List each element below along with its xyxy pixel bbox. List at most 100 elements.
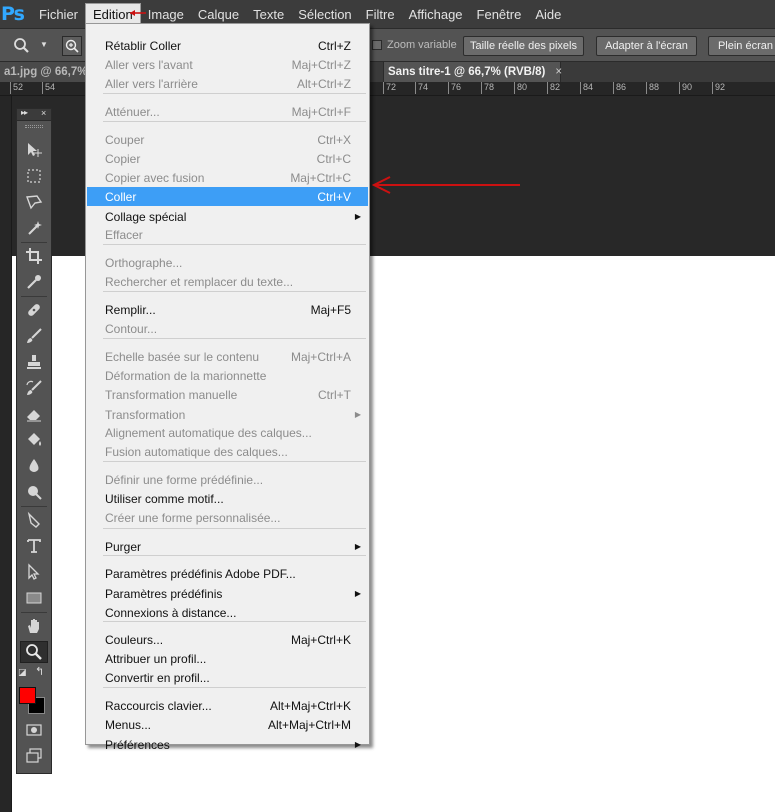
magic-wand-tool-icon[interactable] xyxy=(20,217,48,239)
menu-item-definir-forme-predefinie[interactable]: Définir une forme prédéfinie... xyxy=(87,470,368,489)
zoom-variable-label: Zoom variable xyxy=(387,39,457,51)
menu-item-effacer[interactable]: Effacer xyxy=(87,225,368,244)
menu-calque[interactable]: Calque xyxy=(191,3,246,25)
menu-item-couleurs[interactable]: Couleurs... Maj+Ctrl+K xyxy=(87,630,368,649)
menu-item-label: Rétablir Coller xyxy=(105,38,182,53)
zoom-tool-icon[interactable] xyxy=(20,641,48,663)
close-icon[interactable]: × xyxy=(555,66,562,78)
menu-item-copier[interactable]: Copier Ctrl+C xyxy=(87,149,368,168)
submenu-arrow-icon: ▶ xyxy=(354,410,361,419)
menu-item-parametres-pdf[interactable]: Paramètres prédéfinis Adobe PDF... xyxy=(87,564,368,583)
menu-item-remplir[interactable]: Remplir... Maj+F5 xyxy=(87,300,368,319)
menu-item-menus[interactable]: Menus... Alt+Maj+Ctrl+M xyxy=(87,715,368,734)
history-brush-tool-icon[interactable] xyxy=(20,377,48,399)
menu-image[interactable]: Image xyxy=(141,3,191,25)
menu-item-convertir-profil[interactable]: Convertir en profil... xyxy=(87,668,368,687)
clone-stamp-tool-icon[interactable] xyxy=(20,351,48,373)
menu-item-alignement-auto-calques[interactable]: Alignement automatique des calques... xyxy=(87,423,368,442)
zoom-variable-option[interactable]: Zoom variable xyxy=(372,39,457,51)
zoom-in-button[interactable] xyxy=(62,36,82,56)
menu-item-label: Utiliser comme motif... xyxy=(105,491,224,506)
marquee-tool-icon[interactable] xyxy=(20,165,48,187)
menu-item-purger[interactable]: Purger ▶ xyxy=(87,537,368,556)
menu-item-label: Aller vers l'avant xyxy=(105,57,193,72)
full-screen-button[interactable]: Plein écran xyxy=(708,36,775,56)
quick-mask-icon[interactable] xyxy=(20,719,48,741)
menu-item-label: Menus... xyxy=(105,717,152,732)
menu-item-shortcut: Alt+Maj+Ctrl+K xyxy=(269,698,351,713)
lasso-tool-icon[interactable] xyxy=(20,191,48,213)
menu-item-utiliser-comme-motif[interactable]: Utiliser comme motif... xyxy=(87,489,368,508)
menu-item-orthographe[interactable]: Orthographe... xyxy=(87,253,368,272)
menu-affichage[interactable]: Affichage xyxy=(402,3,470,25)
menu-item-shortcut: Ctrl+X xyxy=(317,132,351,147)
healing-brush-tool-icon[interactable] xyxy=(20,299,48,321)
dodge-tool-icon[interactable] xyxy=(20,481,48,503)
hand-tool-icon[interactable] xyxy=(20,615,48,637)
menu-item-creer-forme-personnalisee[interactable]: Créer une forme personnalisée... xyxy=(87,508,368,527)
menu-fichier[interactable]: Fichier xyxy=(32,3,85,25)
submenu-arrow-icon: ▶ xyxy=(354,542,361,551)
fit-screen-button[interactable]: Adapter à l'écran xyxy=(596,36,697,56)
menu-item-raccourcis-clavier[interactable]: Raccourcis clavier... Alt+Maj+Ctrl+K xyxy=(87,696,368,715)
menu-fenetre[interactable]: Fenêtre xyxy=(470,3,529,25)
menu-item-aller-vers-avant[interactable]: Aller vers l'avant Maj+Ctrl+Z xyxy=(87,55,368,74)
collapse-icon[interactable]: ▸▸ xyxy=(21,108,28,117)
menu-texte[interactable]: Texte xyxy=(246,3,291,25)
menu-item-echelle-basee-contenu[interactable]: Echelle basée sur le contenu Maj+Ctrl+A xyxy=(87,347,368,366)
menu-filtre[interactable]: Filtre xyxy=(359,3,402,25)
tool-separator xyxy=(21,242,47,243)
menu-item-deformation-marionnette[interactable]: Déformation de la marionnette xyxy=(87,366,368,385)
menu-item-shortcut: Maj+Ctrl+K xyxy=(290,632,351,647)
menu-item-label: Transformation manuelle xyxy=(105,387,238,402)
paint-bucket-tool-icon[interactable] xyxy=(20,429,48,451)
vertical-ruler xyxy=(0,96,12,812)
zoom-tool-preset-icon[interactable] xyxy=(13,37,37,55)
menu-item-label: Atténuer... xyxy=(105,104,160,119)
menu-item-copier-avec-fusion[interactable]: Copier avec fusion Maj+Ctrl+C xyxy=(87,168,368,187)
menu-item-shortcut: Maj+Ctrl+C xyxy=(290,170,351,185)
tools-panel-header[interactable]: ▸▸ × xyxy=(17,108,51,121)
type-tool-icon[interactable] xyxy=(20,535,48,557)
close-icon[interactable]: × xyxy=(41,108,46,118)
menu-item-contour[interactable]: Contour... xyxy=(87,319,368,338)
menu-aide[interactable]: Aide xyxy=(528,3,568,25)
rectangle-tool-icon[interactable] xyxy=(20,587,48,609)
menu-item-transformation-manuelle[interactable]: Transformation manuelle Ctrl+T xyxy=(87,385,368,404)
menu-item-connexions-distance[interactable]: Connexions à distance... xyxy=(87,603,368,622)
menu-item-attenuer[interactable]: Atténuer... Maj+Ctrl+F xyxy=(87,102,368,121)
menu-item-collage-special[interactable]: Collage spécial ▶ xyxy=(87,207,368,226)
blur-tool-icon[interactable] xyxy=(20,455,48,477)
actual-pixels-button[interactable]: Taille réelle des pixels xyxy=(463,36,584,56)
grip-icon[interactable] xyxy=(25,125,43,128)
chevron-down-icon[interactable]: ▼ xyxy=(40,40,48,49)
menu-item-label: Couleurs... xyxy=(105,632,164,647)
ruler-label: 76 xyxy=(448,82,461,94)
foreground-color-swatch[interactable] xyxy=(19,687,36,704)
default-colors-icon[interactable]: ◪ xyxy=(18,667,27,678)
document-tab-sans-titre[interactable]: Sans titre-1 @ 66,7% (RVB/8) × xyxy=(383,62,562,82)
swap-colors-icon[interactable]: ↰ xyxy=(35,665,44,678)
menu-selection[interactable]: Sélection xyxy=(291,3,358,25)
path-selection-tool-icon[interactable] xyxy=(20,561,48,583)
tool-separator xyxy=(21,296,47,297)
menu-item-fusion-auto-calques[interactable]: Fusion automatique des calques... xyxy=(87,442,368,461)
menu-item-couper[interactable]: Couper Ctrl+X xyxy=(87,130,368,149)
eraser-tool-icon[interactable] xyxy=(20,403,48,425)
menu-item-parametres-predefinis[interactable]: Paramètres prédéfinis ▶ xyxy=(87,584,368,603)
menu-item-rechercher-remplacer-texte[interactable]: Rechercher et remplacer du texte... xyxy=(87,272,368,291)
menu-item-coller[interactable]: Coller Ctrl+V xyxy=(87,187,368,206)
zoom-variable-checkbox[interactable] xyxy=(372,40,382,50)
pen-tool-icon[interactable] xyxy=(20,509,48,531)
screen-mode-icon[interactable] xyxy=(20,745,48,767)
eyedropper-tool-icon[interactable] xyxy=(20,271,48,293)
move-tool-icon[interactable] xyxy=(20,139,48,161)
menu-item-attribuer-profil[interactable]: Attribuer un profil... xyxy=(87,649,368,668)
menu-item-aller-vers-arriere[interactable]: Aller vers l'arrière Alt+Ctrl+Z xyxy=(87,74,368,93)
brush-tool-icon[interactable] xyxy=(20,325,48,347)
menu-item-retablir-coller[interactable]: Rétablir Coller Ctrl+Z xyxy=(87,36,368,55)
menu-item-transformation[interactable]: Transformation ▶ xyxy=(87,405,368,424)
menu-item-preferences[interactable]: Préférences ▶ xyxy=(87,735,368,754)
crop-tool-icon[interactable] xyxy=(20,245,48,267)
menu-item-label: Coller xyxy=(105,189,137,204)
